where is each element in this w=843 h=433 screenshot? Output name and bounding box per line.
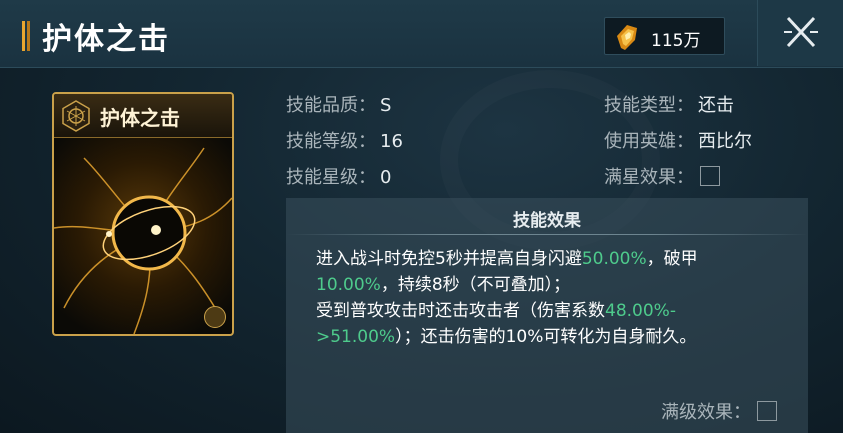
skill-type-label: 技能类型： [604,95,694,116]
currency-display: 115万 [604,17,725,55]
full-star-checkbox[interactable] [700,166,720,186]
hero-row: 使用英雄： 西比尔 [604,127,752,153]
hero-label: 使用英雄： [604,131,694,152]
effect-value: 10.00% [316,275,381,295]
skill-effect-title: 技能效果 [513,211,581,231]
skill-quality-value: S [380,95,392,116]
effect-text: 受到普攻攻击时还击攻击者（伤害系数 [316,301,605,321]
gold-crystal-icon [613,22,643,52]
header: 护体之击 115万 [0,0,843,68]
effect-text: ，持续8秒（不可叠加）； [380,275,571,295]
skill-star-row: 技能星级： 0 [286,163,391,189]
title-accent-bar [22,21,30,51]
skill-type-row: 技能类型： 还击 [604,91,734,117]
skill-card-artwork [54,147,232,334]
skill-quality-label: 技能品质： [286,95,376,116]
close-button[interactable] [757,0,843,66]
effect-value: 50.00% [581,249,647,269]
max-level-label: 满级效果： [661,402,751,423]
full-star-row: 满星效果： [604,163,720,189]
divider [286,234,808,235]
skill-level-value: 16 [380,131,403,152]
skill-card-header: 护体之击 [54,94,232,138]
effect-value: 48.00%- [605,301,676,321]
skill-type-value: 还击 [698,95,734,116]
skill-effect-panel: 技能效果 进入战斗时免控5秒并提高自身闪避50.00%，破甲 10.00%，持续… [286,198,808,433]
max-level-row: 满级效果： [661,398,777,424]
hexagon-emblem-icon [60,100,92,132]
skill-level-label: 技能等级： [286,131,376,152]
skill-card-title: 护体之击 [100,106,180,130]
skill-quality-row: 技能品质： S [286,91,391,117]
skill-card: 护体之击 [52,92,234,336]
currency-value: 115万 [651,31,701,51]
hero-value: 西比尔 [698,131,752,152]
full-star-label: 满星效果： [604,167,694,188]
page-title: 护体之击 [42,22,170,57]
max-level-checkbox[interactable] [757,401,777,421]
skill-star-label: 技能星级： [286,167,376,188]
skill-effect-description: 进入战斗时免控5秒并提高自身闪避50.00%，破甲 10.00%，持续8秒（不可… [316,246,776,350]
effect-text: 进入战斗时免控5秒并提高自身闪避 [316,249,582,269]
effect-text: ）；还击伤害的10%可转化为自身耐久。 [395,327,697,347]
skill-level-row: 技能等级： 16 [286,127,403,153]
effect-text: ，破甲 [646,249,698,269]
skill-star-value: 0 [380,167,392,188]
effect-value: >51.00% [316,327,396,347]
fist-icon [204,306,226,328]
